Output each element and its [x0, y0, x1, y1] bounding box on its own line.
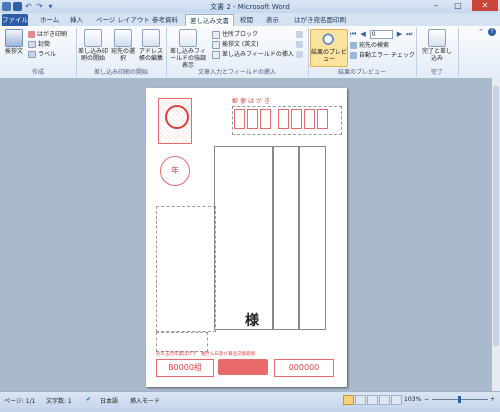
address-block-button[interactable]: 住所ブロック: [212, 30, 258, 39]
lottery-group-code: B0000組: [156, 359, 214, 377]
group-label-start-merge: 差し込み印刷の開始: [93, 69, 148, 76]
group-label-create: 作成: [31, 69, 44, 76]
greeting-line-icon: [212, 40, 220, 49]
tab-postcard-print[interactable]: はがき宛名面印刷: [290, 14, 350, 26]
group-label-preview: 結果のプレビュー: [337, 69, 386, 76]
recipient-suffix: 様: [245, 313, 259, 329]
zoom-level[interactable]: 103%: [404, 396, 421, 403]
greeting-icon: [5, 29, 23, 47]
tab-home[interactable]: ホーム: [36, 14, 63, 26]
proofing-icon[interactable]: ✔: [86, 396, 91, 403]
help-icon[interactable]: ?: [488, 28, 496, 36]
draft-view-icon[interactable]: [391, 395, 402, 405]
highlight-fields-icon: [179, 29, 197, 47]
match-fields-icon: [296, 41, 303, 48]
finish-merge-icon: [428, 29, 446, 47]
sender-zip-frame[interactable]: [156, 332, 208, 352]
group-write-insert: 差し込みフィールドの強調表示 住所ブロック 挨拶文 (英文) 差し込みフィールド…: [166, 27, 309, 77]
lottery-number-code: 000000: [274, 359, 334, 377]
edit-list-button[interactable]: アドレス帳の編集: [138, 29, 164, 62]
print-layout-view-icon[interactable]: [343, 395, 354, 405]
postcard-header: 郵便はがき: [232, 98, 273, 105]
preview-results-button[interactable]: 結果のプレビュー: [310, 29, 348, 67]
postmark-circle: 年: [160, 156, 190, 186]
last-record-icon[interactable]: ⏭: [406, 30, 412, 39]
next-record-icon[interactable]: ▶: [397, 30, 402, 39]
address-block-icon: [212, 30, 220, 39]
first-record-icon[interactable]: ⏮: [350, 30, 356, 39]
window-title: 文書 2 - Microsoft Word: [210, 3, 290, 11]
lottery-stamp-image: [218, 359, 268, 375]
web-layout-view-icon[interactable]: [367, 395, 378, 405]
group-finish: 完了と差し込み 完了: [416, 27, 459, 77]
postcard-print-button[interactable]: はがき印刷: [28, 30, 67, 39]
previous-record-icon[interactable]: ◀: [360, 30, 365, 39]
insert-field-button[interactable]: 差し込みフィールドの挿入: [212, 50, 294, 59]
status-word-count[interactable]: 文字数: 1: [46, 396, 72, 405]
group-start-merge: 差し込み印刷の開始 宛先の選択 アドレス帳の編集 差し込み印刷の開始: [76, 27, 167, 77]
tab-view[interactable]: 表示: [262, 14, 283, 26]
close-button[interactable]: ✕: [472, 0, 498, 11]
start-merge-button[interactable]: 差し込み印刷の開始: [78, 29, 108, 62]
outline-view-icon[interactable]: [379, 395, 390, 405]
address-line1-frame[interactable]: [272, 146, 300, 330]
labels-icon: [28, 51, 36, 58]
group-label-finish: 完了: [430, 69, 443, 76]
postage-stamp-image: [158, 98, 192, 144]
recipient-name-frame[interactable]: [214, 146, 274, 330]
insert-field-icon: [212, 50, 220, 59]
finish-merge-button[interactable]: 完了と差し込み: [420, 29, 454, 62]
postcard-page[interactable]: 年 郵便はがき 様 お年玉付年賀はがき 抽せん日及び賞品交換期間 B0000組 …: [146, 88, 347, 387]
magnifier-icon: [321, 32, 337, 48]
update-labels-icon: [296, 51, 303, 58]
tab-review[interactable]: 校閲: [236, 14, 257, 26]
full-screen-view-icon[interactable]: [355, 395, 366, 405]
flower-illustration: [165, 105, 189, 129]
rules-button[interactable]: [296, 30, 303, 39]
group-label-write-insert: 文章入力とフィールドの挿入: [198, 69, 276, 76]
recipients-icon: [114, 29, 132, 47]
auto-check-icon: [350, 52, 357, 59]
highlight-fields-button[interactable]: 差し込みフィールドの強調表示: [168, 29, 208, 69]
zoom-slider-thumb[interactable]: [458, 396, 461, 403]
select-recipients-button[interactable]: 宛先の選択: [110, 29, 136, 62]
start-merge-icon: [84, 29, 102, 47]
address-book-icon: [142, 29, 160, 47]
postcard-icon: [28, 31, 35, 38]
record-number-input[interactable]: 0: [369, 30, 393, 39]
tab-insert[interactable]: 挿入: [66, 14, 87, 26]
greeting-line-button[interactable]: 挨拶文 (英文): [212, 40, 259, 49]
maximize-button[interactable]: □: [448, 0, 468, 11]
group-preview: 結果のプレビュー ⏮ ◀ 0 ▶ ⏭ 宛先の検索 自動エラー チェック 結果のプ…: [308, 27, 417, 77]
lottery-notice: お年玉付年賀はがき 抽せん日及び賞品交換期間: [156, 352, 255, 357]
status-page[interactable]: ページ: 1/1: [4, 396, 35, 405]
update-labels-button[interactable]: [296, 50, 303, 59]
tab-references[interactable]: 参考資料: [148, 14, 182, 26]
zoom-in-icon[interactable]: +: [490, 396, 495, 403]
status-language[interactable]: 日本語: [100, 396, 118, 405]
envelope-button[interactable]: 封筒: [28, 40, 50, 49]
find-recipient-icon: [350, 42, 357, 49]
status-insert-mode[interactable]: 挿入モード: [130, 396, 160, 405]
zip-code-frame: [232, 106, 342, 135]
address-line2-frame[interactable]: [298, 146, 326, 330]
tab-page-layout[interactable]: ページ レイアウト: [92, 14, 154, 26]
zoom-out-icon[interactable]: −: [424, 396, 429, 403]
minimize-ribbon-icon[interactable]: ⌃: [478, 28, 484, 36]
rules-icon: [296, 31, 303, 38]
greeting-button[interactable]: 挨拶文: [3, 29, 25, 55]
record-navigation: ⏮ ◀ 0 ▶ ⏭: [350, 30, 412, 39]
minimize-button[interactable]: –: [426, 0, 446, 11]
sender-frame[interactable]: [156, 206, 216, 332]
find-recipient-button[interactable]: 宛先の検索: [350, 41, 389, 50]
envelope-icon: [28, 41, 36, 48]
auto-check-button[interactable]: 自動エラー チェック: [350, 51, 415, 60]
group-create: 挨拶文 はがき印刷 封筒 ラベル 作成: [0, 27, 77, 77]
scrollbar-thumb[interactable]: [493, 86, 499, 346]
tab-file[interactable]: ファイル: [2, 14, 28, 26]
match-fields-button[interactable]: [296, 40, 303, 49]
labels-button[interactable]: ラベル: [28, 50, 56, 59]
